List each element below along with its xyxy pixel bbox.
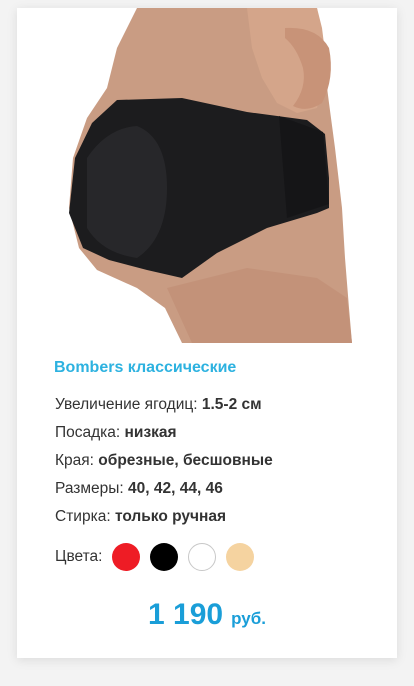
spec-value: только ручная <box>114 508 227 525</box>
spec-row: Размеры: 40, 42, 44, 46 <box>55 480 273 508</box>
spec-value: низкая <box>124 424 177 441</box>
spec-row: Стирка: только ручная <box>55 508 273 536</box>
color-options: Цвета: <box>55 542 264 572</box>
spec-label: Размеры: <box>55 480 124 497</box>
spec-row: Посадка: низкая <box>55 424 273 452</box>
spec-row: Края: обрезные, бесшовные <box>55 452 273 480</box>
spec-value: 1.5-2 см <box>201 396 262 413</box>
spec-row: Увеличение ягодиц: 1.5-2 см <box>55 396 273 424</box>
price: 1 190 руб. <box>17 598 397 632</box>
price-amount: 1 190 <box>148 598 224 631</box>
color-swatch-black[interactable] <box>150 543 179 571</box>
color-swatch-beige[interactable] <box>226 543 255 571</box>
spec-value: 40, 42, 44, 46 <box>128 480 223 497</box>
spec-label: Стирка: <box>55 508 111 525</box>
spec-label: Увеличение ягодиц: <box>55 396 198 413</box>
spec-label: Посадка: <box>55 424 121 441</box>
colors-label: Цвета: <box>55 548 103 565</box>
color-swatch-red[interactable] <box>112 543 141 571</box>
garment-highlight <box>87 126 167 258</box>
price-currency: руб. <box>231 609 266 628</box>
product-photo-illustration <box>69 8 352 343</box>
product-photo[interactable] <box>17 8 397 343</box>
spec-value: обрезные, бесшовные <box>98 452 273 469</box>
spec-list: Увеличение ягодиц: 1.5-2 см Посадка: низ… <box>55 396 273 536</box>
product-card[interactable]: Bombers классические Увеличение ягодиц: … <box>17 8 397 658</box>
product-title[interactable]: Bombers классические <box>54 359 236 377</box>
spec-label: Края: <box>55 452 94 469</box>
color-swatch-white[interactable] <box>188 543 217 571</box>
